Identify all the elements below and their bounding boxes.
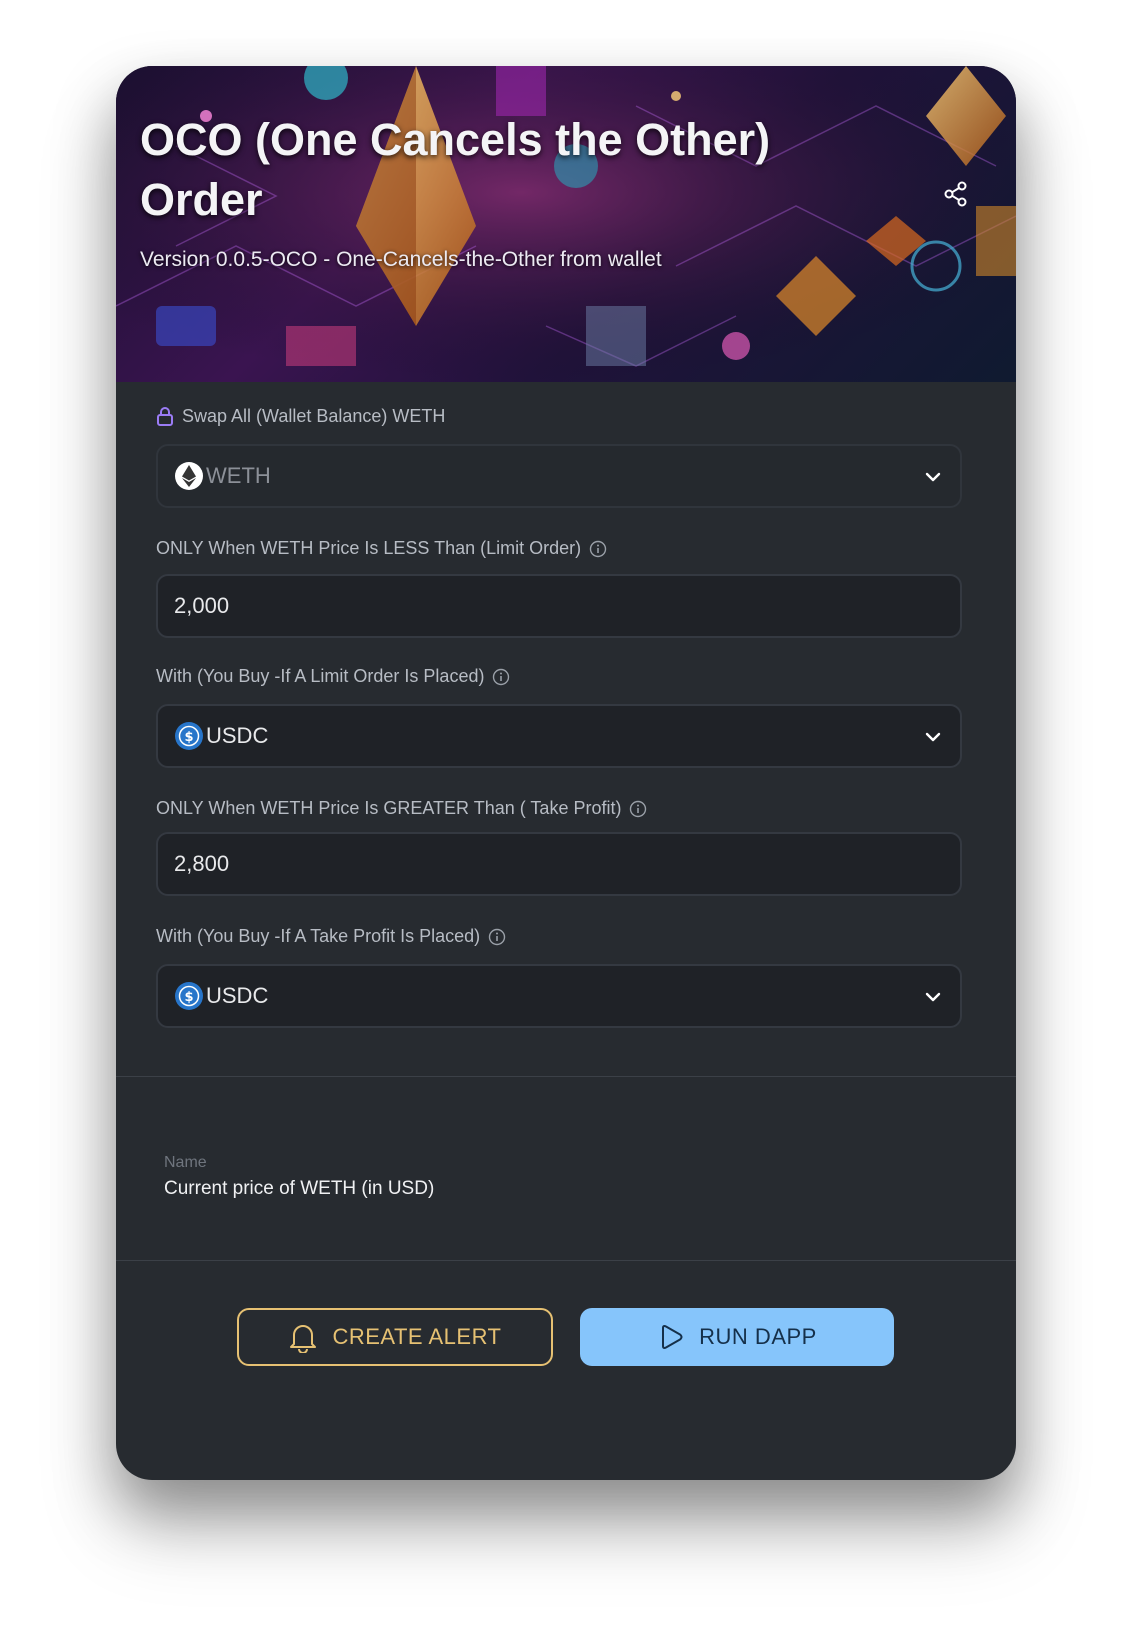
limit-price-label-row: ONLY When WETH Price Is LESS Than (Limit… [156, 538, 607, 559]
hero-banner: OCO (One Cancels the Other) Order Versio… [116, 66, 1016, 382]
section-divider [116, 1260, 1016, 1261]
info-name-value: Current price of WETH (in USD) [164, 1178, 435, 1199]
dapp-card: OCO (One Cancels the Other) Order Versio… [116, 66, 1016, 1480]
info-icon[interactable] [492, 668, 510, 686]
svg-text:$: $ [184, 730, 193, 745]
limit-price-label: ONLY When WETH Price Is LESS Than (Limit… [156, 538, 582, 558]
share-icon[interactable] [942, 180, 970, 208]
usdc-token-icon: $ [175, 722, 203, 750]
limit-token-label-row: With (You Buy -If A Limit Order Is Place… [156, 666, 510, 687]
swap-label: Swap All (Wallet Balance) WETH [182, 406, 446, 426]
create-alert-label: CREATE ALERT [332, 1324, 502, 1349]
chevron-down-icon [925, 472, 941, 482]
limit-price-input[interactable]: 2,000 [156, 574, 962, 638]
tp-token-label-row: With (You Buy -If A Take Profit Is Place… [156, 926, 506, 947]
create-alert-button[interactable]: CREATE ALERT [237, 1308, 553, 1366]
eth-token-icon [175, 462, 203, 490]
bell-icon [290, 1325, 317, 1353]
limit-token-label: With (You Buy -If A Limit Order Is Place… [156, 666, 485, 686]
usdc-token-icon: $ [175, 982, 203, 1010]
run-dapp-button[interactable]: RUN DAPP [580, 1308, 894, 1366]
lock-icon [157, 406, 173, 426]
info-name-label: Name [164, 1154, 207, 1171]
version-subtitle: Version 0.0.5-OCO - One-Cancels-the-Othe… [140, 248, 662, 271]
limit-token-select[interactable]: $ USDC [156, 704, 962, 768]
play-icon [662, 1325, 683, 1349]
swap-label-row: Swap All (Wallet Balance) WETH [156, 406, 445, 427]
tp-price-input[interactable]: 2,800 [156, 832, 962, 896]
swap-token-select[interactable]: WETH [156, 444, 962, 508]
svg-text:$: $ [184, 990, 193, 1005]
tp-token-select[interactable]: $ USDC [156, 964, 962, 1028]
info-icon[interactable] [629, 800, 647, 818]
tp-price-value: 2,800 [174, 851, 230, 876]
tp-price-label-row: ONLY When WETH Price Is GREATER Than ( T… [156, 798, 647, 819]
chevron-down-icon [925, 732, 941, 742]
limit-price-value: 2,000 [174, 593, 230, 618]
chevron-down-icon [925, 992, 941, 1002]
tp-price-label: ONLY When WETH Price Is GREATER Than ( T… [156, 798, 622, 818]
swap-token-value: WETH [206, 463, 271, 488]
tp-token-label: With (You Buy -If A Take Profit Is Place… [156, 926, 481, 946]
page-title: OCO (One Cancels the Other) Order [140, 114, 771, 225]
limit-token-value: USDC [206, 723, 269, 748]
info-icon[interactable] [488, 928, 506, 946]
info-icon[interactable] [589, 540, 607, 558]
tp-token-value: USDC [206, 983, 269, 1008]
section-divider [116, 1076, 1016, 1077]
run-dapp-label: RUN DAPP [699, 1324, 817, 1349]
